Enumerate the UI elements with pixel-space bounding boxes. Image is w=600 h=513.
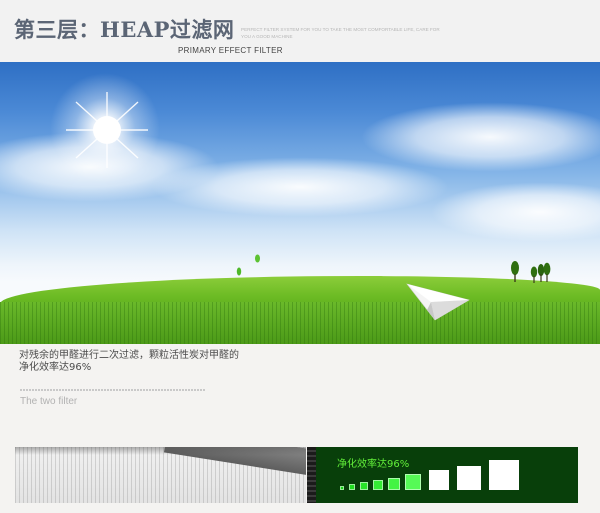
cloud [360, 102, 600, 172]
cloud [150, 157, 450, 217]
cloud [430, 182, 600, 242]
description-line: 净化效率达96% [19, 362, 92, 373]
leaf-icon [255, 254, 260, 263]
efficiency-square [429, 470, 449, 490]
leaf-icon [236, 267, 242, 276]
divider-strip [307, 447, 316, 503]
sun-rays-icon [66, 92, 148, 168]
header: 第三层：HEAP过滤网 PERFECT FILTER SYSTEM FOR YO… [0, 0, 600, 62]
tagline: PERFECT FILTER SYSTEM FOR YOU TO TAKE TH… [241, 27, 440, 39]
tree-icon [511, 261, 519, 282]
sky-meadow-banner [0, 62, 600, 344]
efficiency-panel: 净化效率达96% [316, 447, 578, 503]
efficiency-square [457, 466, 481, 490]
efficiency-square [340, 486, 344, 490]
paper-plane-icon [406, 283, 470, 321]
divider [20, 389, 206, 391]
filter-image [15, 447, 306, 503]
tree-icon [543, 262, 551, 282]
efficiency-title: 净化效率达96% [337, 459, 410, 470]
filter-shadow [15, 447, 306, 455]
description-line: 对残余的甲醛进行二次过滤，颗粒活性炭对甲醛的 [19, 350, 239, 361]
efficiency-square [489, 460, 519, 490]
subtitle: PRIMARY EFFECT FILTER [178, 46, 283, 55]
description: 对残余的甲醛进行二次过滤，颗粒活性炭对甲醛的 净化效率达96% [19, 350, 259, 374]
page-title: 第三层：HEAP过滤网 [14, 17, 235, 42]
grass-field [0, 302, 600, 344]
efficiency-square [373, 480, 383, 490]
filter-label: The two filter [20, 396, 78, 407]
efficiency-square [360, 482, 368, 490]
efficiency-square [388, 478, 400, 490]
efficiency-square [405, 474, 421, 490]
efficiency-square [349, 484, 355, 490]
